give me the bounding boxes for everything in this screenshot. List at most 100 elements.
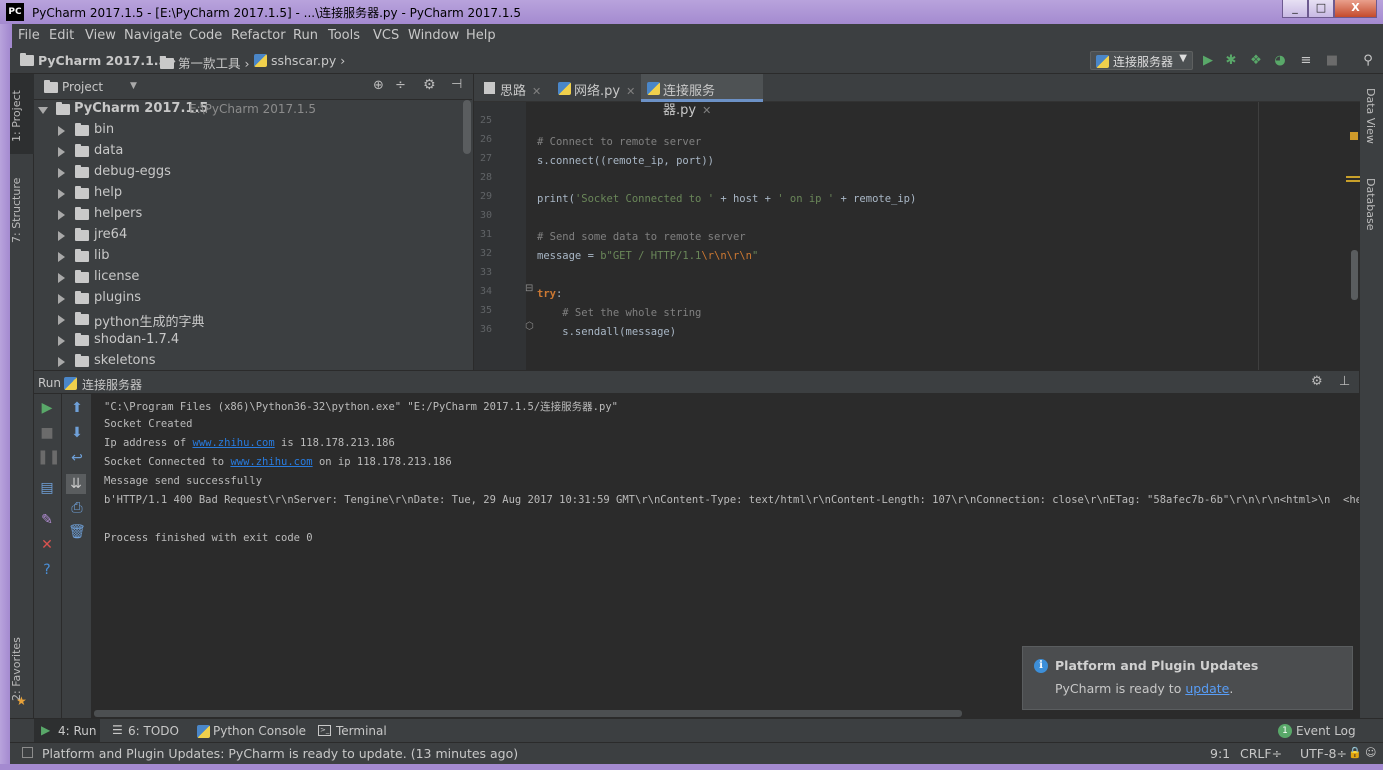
project-view-selector[interactable]: Project	[62, 80, 103, 94]
gear-icon[interactable]: ⚙	[1311, 374, 1323, 389]
maximize-button[interactable]: □	[1308, 0, 1334, 18]
console-horizontal-scrollbar[interactable]	[94, 710, 962, 717]
tool-tab-todo[interactable]: ☰ 6: TODO	[110, 719, 190, 743]
console-link[interactable]: www.zhihu.com	[193, 437, 275, 449]
menu-edit[interactable]: Edit	[49, 28, 74, 43]
collapsed-arrow-icon	[58, 231, 65, 241]
menu-tools[interactable]: Tools	[328, 28, 360, 43]
print-icon[interactable]: ⎙	[67, 498, 87, 518]
lock-icon[interactable]: 🔒	[1348, 746, 1362, 759]
editor-scrollbar[interactable]	[1351, 250, 1358, 300]
status-message[interactable]: Platform and Plugin Updates: PyCharm is …	[42, 746, 518, 761]
run-config-tab[interactable]: 连接服务器	[82, 376, 142, 393]
menu-help[interactable]: Help	[466, 28, 496, 43]
tool-tab-data-view[interactable]: Data View	[1364, 88, 1377, 144]
toggle-tool-windows-icon[interactable]	[22, 747, 33, 758]
close-button[interactable]: X	[1334, 0, 1377, 18]
tree-item-bin[interactable]: bin	[34, 121, 464, 142]
pause-icon[interactable]: ❚❚	[37, 447, 60, 467]
editor-panel: 思路 ✕ 网络.py ✕ 连接服务器.py ✕ 25 26 27 28 29 30 3…	[473, 74, 1360, 370]
tree-item-jre64[interactable]: jre64	[34, 226, 464, 247]
soft-wrap-icon[interactable]: ↩	[67, 448, 87, 468]
file-encoding[interactable]: UTF-8÷	[1300, 746, 1347, 761]
profile-icon[interactable]: ◕	[1272, 53, 1288, 69]
editor-tab-connect-server[interactable]: 连接服务器.py ✕	[641, 74, 763, 118]
run-icon: ▶	[41, 723, 51, 737]
close-tab-icon[interactable]: ✕	[626, 85, 635, 98]
code-area[interactable]: # Connect to remote server s.connect((re…	[526, 102, 1258, 370]
menu-window[interactable]: Window	[408, 28, 459, 43]
code-line-29: print('Socket Connected to ' + host + ' …	[537, 193, 917, 205]
tree-item-helpers[interactable]: helpers	[34, 205, 464, 226]
concurrency-icon[interactable]: ≡	[1298, 53, 1314, 69]
event-log-button[interactable]: 1 Event Log	[1276, 719, 1376, 743]
line-number: 28	[479, 172, 492, 183]
help-icon[interactable]: ?	[37, 560, 57, 580]
tree-item-license[interactable]: license	[34, 268, 464, 289]
tree-item-skeletons[interactable]: skeletons	[34, 352, 464, 370]
tool-tab-run[interactable]: ▶ 4: Run	[34, 719, 100, 743]
menu-refactor[interactable]: Refactor	[231, 28, 286, 43]
hide-panel-icon[interactable]: ⊥	[1339, 374, 1350, 389]
stop-icon[interactable]: ■	[37, 423, 57, 443]
restore-layout-icon[interactable]: ▤	[37, 478, 57, 498]
gear-icon[interactable]: ⚙	[423, 77, 436, 93]
collapse-all-icon[interactable]: ÷	[395, 78, 406, 93]
tool-tab-structure[interactable]: 7: Structure	[10, 170, 34, 250]
update-link[interactable]: update	[1185, 681, 1229, 696]
window-title: PyCharm 2017.1.5 - [E:\PyCharm 2017.1.5]…	[32, 6, 521, 20]
tree-item-shodan[interactable]: shodan-1.7.4	[34, 331, 464, 352]
error-stripe-marker[interactable]	[1346, 176, 1360, 178]
bottom-tool-tabs: ▶ 4: Run ☰ 6: TODO Python Console >_ Ter…	[10, 718, 1383, 743]
menu-code[interactable]: Code	[189, 28, 222, 43]
tool-tab-database[interactable]: Database	[1364, 178, 1377, 231]
minimize-button[interactable]: _	[1282, 0, 1308, 18]
scroll-to-end-icon[interactable]: ⇊	[66, 474, 86, 494]
inspector-icon[interactable]: ☺	[1365, 746, 1376, 759]
editor-tab-network[interactable]: 网络.py ✕	[556, 74, 646, 102]
tree-item-lib[interactable]: lib	[34, 247, 464, 268]
console-link[interactable]: www.zhihu.com	[230, 456, 312, 468]
menu-vcs[interactable]: VCS	[373, 28, 399, 43]
scroll-from-source-icon[interactable]: ⊕	[373, 78, 384, 93]
tool-tab-terminal[interactable]: >_ Terminal	[316, 719, 396, 743]
menu-file[interactable]: File	[18, 28, 40, 43]
tool-tab-project[interactable]: 1: Project	[10, 80, 34, 152]
arrow-up-icon[interactable]: ⬆	[67, 398, 87, 418]
close-tab-icon[interactable]: ✕	[532, 85, 541, 98]
tree-root[interactable]: PyCharm 2017.1.5 E:\PyCharm 2017.1.5	[34, 100, 464, 121]
close-run-icon[interactable]: ✕	[37, 535, 57, 555]
pin-icon[interactable]: ✎	[37, 510, 57, 530]
tree-item-debug-eggs[interactable]: debug-eggs	[34, 163, 464, 184]
caret-position[interactable]: 9:1	[1210, 746, 1230, 761]
breadcrumb-root[interactable]: PyCharm 2017.1.5 ›	[20, 53, 176, 68]
stop-icon[interactable]: ■	[1324, 53, 1340, 69]
tree-item-plugins[interactable]: plugins	[34, 289, 464, 310]
menu-view[interactable]: View	[85, 28, 116, 43]
arrow-down-icon[interactable]: ⬇	[67, 423, 87, 443]
tree-item-data[interactable]: data	[34, 142, 464, 163]
tree-item-help[interactable]: help	[34, 184, 464, 205]
tree-item-python-dict[interactable]: python生成的字典	[34, 310, 464, 331]
warning-marker[interactable]	[1350, 132, 1358, 140]
hide-panel-icon[interactable]: ⊣	[451, 77, 462, 92]
rerun-icon[interactable]: ▶	[37, 398, 57, 418]
python-file-icon	[1096, 55, 1109, 68]
run-icon[interactable]: ▶	[1200, 53, 1216, 69]
editor-tab-notes[interactable]: 思路 ✕	[478, 74, 554, 102]
trash-icon[interactable]: 🗑	[67, 522, 87, 542]
line-separator[interactable]: CRLF÷	[1240, 746, 1282, 761]
breadcrumb-file[interactable]: sshscar.py ›	[254, 53, 345, 68]
search-icon[interactable]: ⚲	[1360, 53, 1376, 69]
info-icon: i	[1034, 659, 1048, 673]
run-config-selector[interactable]: 连接服务器 ▼	[1090, 51, 1193, 70]
coverage-icon[interactable]: ❖	[1248, 53, 1264, 69]
chevron-down-icon[interactable]: ▼	[130, 81, 137, 91]
menu-navigate[interactable]: Navigate	[124, 28, 182, 43]
menu-run[interactable]: Run	[293, 28, 318, 43]
tool-tab-python-console[interactable]: Python Console	[195, 719, 310, 743]
update-notification[interactable]: i Platform and Plugin Updates PyCharm is…	[1022, 646, 1353, 710]
debug-icon[interactable]: ✱	[1223, 53, 1239, 69]
project-scrollbar[interactable]	[463, 100, 471, 154]
breadcrumb-folder[interactable]: 第一款工具 ›	[160, 53, 249, 72]
